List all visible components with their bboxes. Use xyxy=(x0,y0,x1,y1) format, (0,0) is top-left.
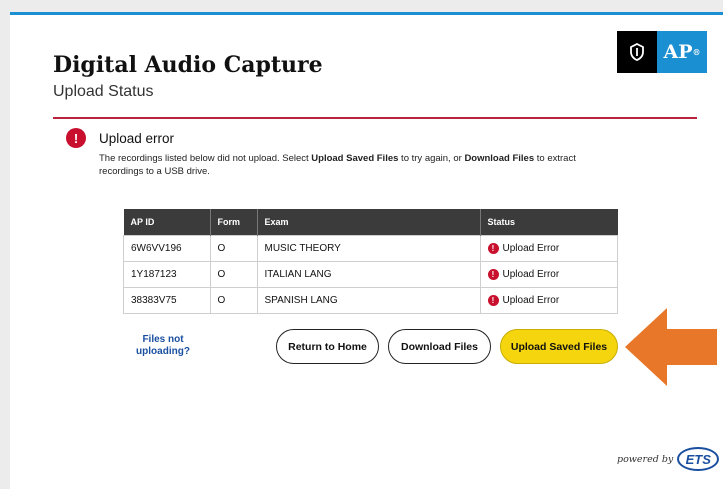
column-header-status: Status xyxy=(480,209,618,236)
error-message: The recordings listed below did not uplo… xyxy=(99,152,619,178)
ets-branding: powered by ETS xyxy=(617,447,720,471)
download-files-button[interactable]: Download Files xyxy=(388,329,491,364)
table-row: 1Y187123 O ITALIAN LANG ! Upload Error xyxy=(123,261,618,288)
error-msg-download-ref: Download Files xyxy=(464,153,535,164)
shield-icon xyxy=(630,43,644,61)
error-msg-text-2: to try again, or xyxy=(398,153,465,164)
ets-logo: ETS xyxy=(677,447,720,471)
cell-exam: SPANISH LANG xyxy=(256,287,481,314)
recordings-table: AP ID Form Exam Status 6W6VV196 O MUSIC … xyxy=(123,209,618,314)
files-link-line-1: Files not xyxy=(142,334,184,345)
cell-form: O xyxy=(209,235,258,262)
header-divider xyxy=(53,117,697,119)
cell-exam: MUSIC THEORY xyxy=(256,235,481,262)
files-not-uploading-link[interactable]: Files not uploading? xyxy=(133,334,193,358)
table-row: 6W6VV196 O MUSIC THEORY ! Upload Error xyxy=(123,235,618,262)
table-row: 38383V75 O SPANISH LANG ! Upload Error xyxy=(123,287,618,314)
column-header-exam: Exam xyxy=(257,209,481,236)
status-text: Upload Error xyxy=(502,295,560,306)
error-heading: Upload error xyxy=(99,131,175,146)
cell-ap-id: 38383V75 xyxy=(123,287,211,314)
cell-status: ! Upload Error xyxy=(479,261,618,288)
college-board-logo xyxy=(617,31,657,73)
status-text: Upload Error xyxy=(502,243,560,254)
ap-logo-mark: ® xyxy=(692,47,701,57)
ap-logo: AP ® xyxy=(657,31,707,73)
cell-status: ! Upload Error xyxy=(479,235,618,262)
return-to-home-button[interactable]: Return to Home xyxy=(276,329,379,364)
cell-ap-id: 1Y187123 xyxy=(123,261,211,288)
exclamation-circle-icon: ! xyxy=(66,128,86,148)
cell-ap-id: 6W6VV196 xyxy=(123,235,211,262)
column-header-form: Form xyxy=(210,209,258,236)
table-header-row: AP ID Form Exam Status xyxy=(123,209,618,236)
ap-logo-text: AP xyxy=(663,41,693,63)
files-link-line-2: uploading? xyxy=(136,346,190,357)
exclamation-circle-icon: ! xyxy=(487,269,499,280)
cell-exam: ITALIAN LANG xyxy=(256,261,481,288)
cell-form: O xyxy=(209,287,258,314)
arrow-left-icon xyxy=(625,308,717,386)
app-title: Digital Audio Capture xyxy=(53,52,323,78)
exclamation-circle-icon: ! xyxy=(487,243,499,254)
error-msg-upload-ref: Upload Saved Files xyxy=(311,153,399,164)
upload-saved-files-button[interactable]: Upload Saved Files xyxy=(500,329,618,364)
cell-form: O xyxy=(209,261,258,288)
exclamation-circle-icon: ! xyxy=(487,295,499,306)
page-subtitle: Upload Status xyxy=(53,83,154,100)
error-msg-text-1: The recordings listed below did not uplo… xyxy=(99,153,312,164)
column-header-ap-id: AP ID xyxy=(123,209,211,236)
status-text: Upload Error xyxy=(502,269,560,280)
powered-by-text: powered by xyxy=(617,453,674,465)
cell-status: ! Upload Error xyxy=(479,287,618,314)
